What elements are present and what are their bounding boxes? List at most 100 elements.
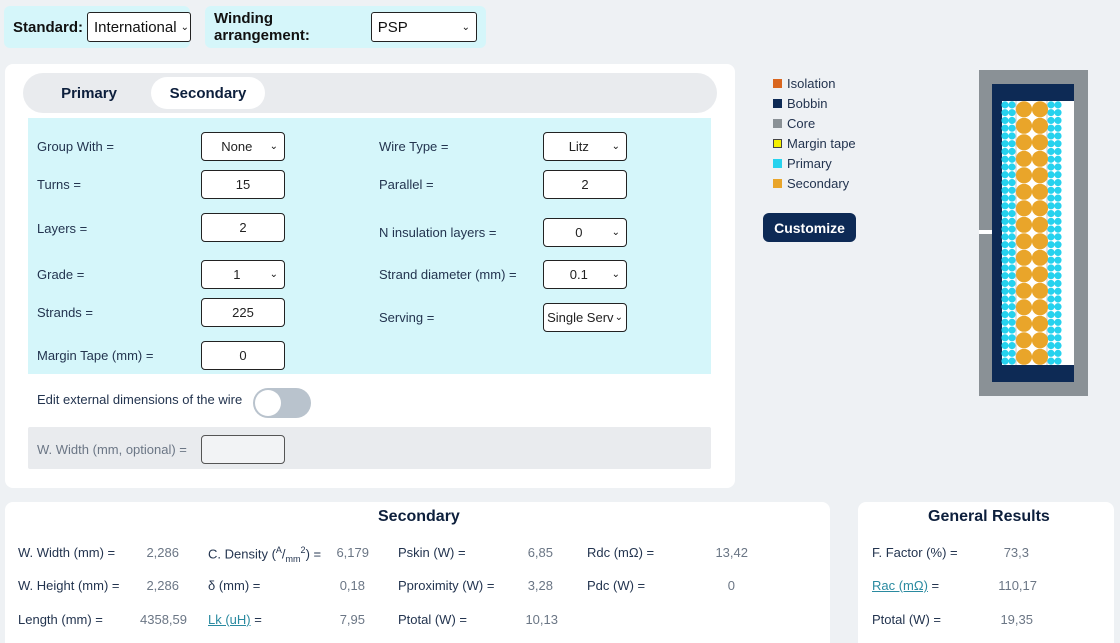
legend-item-primary: Primary: [773, 153, 856, 173]
n-insulation-layers-select[interactable]: 0 ⌄: [543, 218, 627, 247]
current-density-label: C. Density (A/mm2) =: [208, 545, 321, 564]
optional-width-input[interactable]: [201, 435, 285, 464]
isolation-swatch: [773, 78, 782, 88]
wire-type-label: Wire Type =: [379, 139, 449, 154]
tab-secondary[interactable]: Secondary: [151, 77, 265, 109]
customize-button[interactable]: Customize: [763, 213, 856, 242]
secondary-turn: [1015, 117, 1033, 134]
primary-turn: [1008, 217, 1016, 225]
bobbin-bottom: [992, 365, 1074, 382]
secondary-turn: [1015, 150, 1033, 167]
primary-turn: [1054, 233, 1062, 241]
primary-turn: [1008, 178, 1016, 187]
rac-value: 110,17: [998, 578, 1037, 593]
primary-turn: [1008, 287, 1016, 295]
edit-dimensions-label: Edit external dimensions of the wire: [37, 392, 243, 407]
skin-depth-label: δ (mm) =: [208, 578, 261, 593]
secondary-turn: [1031, 183, 1049, 200]
secondary-turn: [1031, 249, 1049, 266]
chevron-down-icon: ⌄: [611, 227, 620, 238]
primary-turn: [1054, 256, 1062, 264]
primary-turn: [1008, 326, 1016, 334]
n-insulation-layers-value: 0: [575, 225, 583, 240]
layers-label: Layers =: [37, 221, 88, 236]
primary-turn: [1001, 264, 1009, 272]
primary-turn: [1054, 264, 1062, 272]
secondary-turn: [1031, 332, 1049, 349]
margin-tape-input[interactable]: 0: [201, 341, 285, 370]
primary-turn: [1054, 272, 1062, 280]
fill-factor-value: 73,3: [1003, 545, 1029, 560]
lk-link[interactable]: Lk (uH): [208, 612, 251, 627]
primary-turn: [1047, 349, 1055, 357]
primary-turn: [1001, 248, 1009, 256]
primary-turn: [1054, 171, 1062, 179]
primary-turn: [1008, 210, 1016, 218]
primary-turn: [1008, 109, 1016, 117]
primary-turn: [1008, 155, 1016, 163]
standard-select[interactable]: International ⌄: [87, 12, 192, 42]
primary-turn: [1054, 318, 1062, 326]
primary-turn: [1047, 186, 1055, 194]
tab-primary[interactable]: Primary: [31, 77, 147, 109]
secondary-turn: [1031, 266, 1049, 283]
primary-turn: [1008, 357, 1016, 365]
layers-input[interactable]: 2: [201, 213, 285, 242]
rac-link[interactable]: Rac (mΩ): [872, 578, 928, 593]
primary-turn: [1054, 163, 1062, 171]
primary-turn: [1047, 132, 1055, 140]
primary-turn: [1047, 248, 1055, 256]
primary-turn: [1047, 326, 1055, 334]
margin-tape-label: Margin Tape (mm) =: [37, 348, 154, 363]
primary-turn: [1008, 116, 1016, 124]
primary-turn: [1054, 124, 1062, 132]
legend-item-secondary: Secondary: [773, 173, 856, 193]
primary-turn: [1054, 155, 1062, 163]
primary-turn: [1001, 171, 1009, 179]
primary-turn: [1054, 116, 1062, 124]
edit-dimensions-toggle[interactable]: [253, 388, 311, 418]
wire-type-value: Litz: [568, 139, 589, 154]
parallel-input[interactable]: 2: [543, 170, 627, 199]
secondary-turn: [1015, 101, 1033, 118]
legend-label: Core: [787, 115, 816, 131]
lk-value: 7,95: [339, 612, 365, 627]
pdc-value: 0: [727, 578, 735, 593]
secondary-turn: [1031, 216, 1049, 233]
primary-turn: [1001, 101, 1009, 109]
legend-item-isolation: Isolation: [773, 73, 856, 93]
primary-turn: [1047, 334, 1055, 342]
primary-turn: [1008, 124, 1016, 132]
primary-turn: [1047, 163, 1055, 171]
primary-turn: [1001, 357, 1009, 365]
tab-bar: Primary Secondary: [23, 73, 717, 113]
wire-type-select[interactable]: Litz ⌄: [543, 132, 627, 161]
secondary-turn: [1031, 167, 1049, 184]
primary-turn: [1008, 233, 1016, 241]
chevron-down-icon: ⌄: [614, 312, 623, 323]
primary-turn: [1054, 295, 1062, 303]
group-with-select[interactable]: None ⌄: [201, 132, 285, 161]
primary-turn: [1047, 140, 1055, 148]
strands-input[interactable]: 225: [201, 298, 285, 327]
serving-select[interactable]: Single Serv ⌄: [543, 303, 627, 332]
primary-turn: [1047, 124, 1055, 132]
turns-input[interactable]: 15: [201, 170, 285, 199]
primary-turn: [1054, 287, 1062, 295]
primary-turn: [1054, 241, 1062, 249]
secondary-turn: [1031, 101, 1049, 118]
winding-arrangement-select[interactable]: PSP ⌄: [370, 12, 477, 42]
primary-turn: [1047, 342, 1055, 350]
primary-turn: [1047, 233, 1055, 241]
rac-label: Rac (mΩ) =: [872, 578, 939, 593]
w-height-label: W. Height (mm) =: [18, 578, 120, 593]
strand-diameter-select[interactable]: 0.1 ⌄: [543, 260, 627, 289]
primary-turn: [1054, 132, 1062, 140]
skin-depth-value: 0,18: [339, 578, 365, 593]
chevron-down-icon: ⌄: [461, 21, 470, 33]
grade-select[interactable]: 1 ⌄: [201, 260, 285, 289]
rac-eq: =: [927, 578, 940, 593]
pskin-value: 6,85: [527, 545, 553, 560]
secondary-turn: [1015, 233, 1033, 250]
fill-factor-label: F. Factor (%) =: [872, 545, 958, 560]
